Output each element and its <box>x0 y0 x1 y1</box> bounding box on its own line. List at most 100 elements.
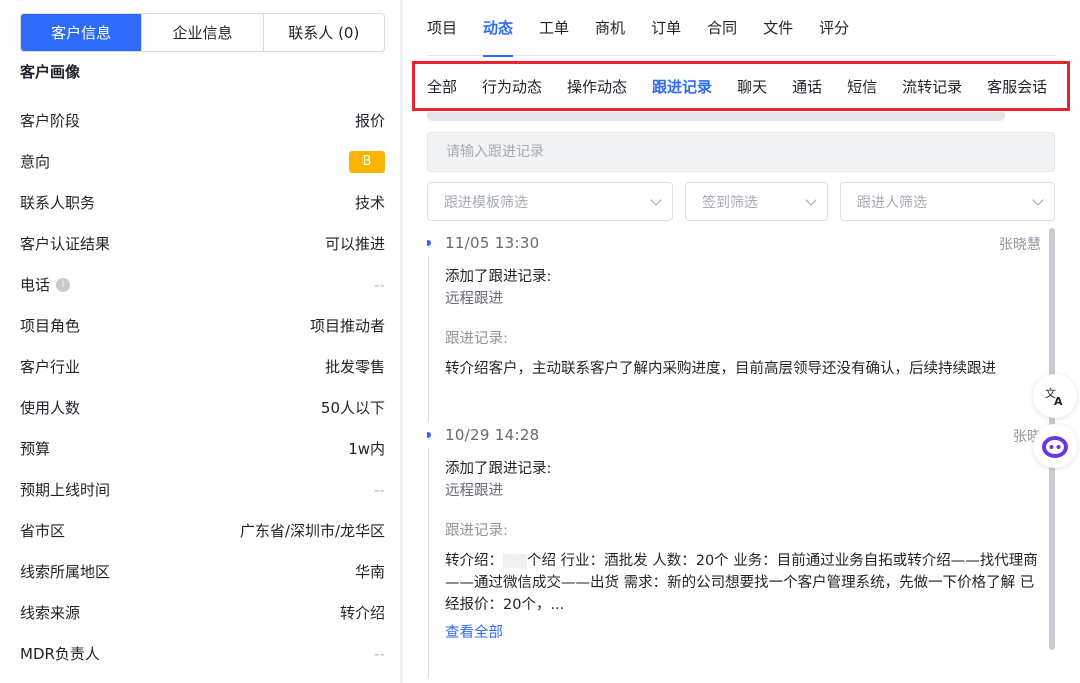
field-value: 转介绍 <box>339 604 385 622</box>
activity-subtabs: 全部 行为动态 操作动态 跟进记录 聊天 通话 短信 流转记录 客服会话 <box>412 61 1070 111</box>
field-label: 客户行业 <box>20 358 81 376</box>
tab-project[interactable]: 项目 <box>427 0 457 56</box>
field-row: 电话 i -- <box>20 264 385 305</box>
follow-up-search-input[interactable] <box>427 132 1055 172</box>
subtab-follow-up[interactable]: 跟进记录 <box>652 76 712 97</box>
field-label: 联系人职务 <box>20 194 96 212</box>
field-label: 客户认证结果 <box>20 235 111 253</box>
entry-body-prefix: 转介绍： <box>445 553 503 569</box>
field-row: 客户认证结果 可以推进 <box>20 223 385 264</box>
subtab-behavior[interactable]: 行为动态 <box>482 76 542 97</box>
field-label: 项目角色 <box>20 317 81 335</box>
follower-filter-select[interactable]: 跟进人筛选 <box>840 182 1055 221</box>
follow-up-timeline: 11/05 13:30 张晓慧 添加了跟进记录: 远程跟进 跟进记录: 转介绍客… <box>427 228 1055 683</box>
entry-action: 添加了跟进记录: <box>445 269 552 285</box>
entry-action: 添加了跟进记录: <box>445 461 552 477</box>
tab-contract[interactable]: 合同 <box>707 0 737 56</box>
field-row: 线索所属地区 华南 <box>20 551 385 592</box>
field-label: 省市区 <box>20 522 66 540</box>
field-label: 电话 <box>20 276 51 294</box>
field-label: 线索所属地区 <box>20 563 111 581</box>
entry-time: 10/29 14:28 <box>445 426 540 444</box>
entry-content: 添加了跟进记录: 远程跟进 跟进记录: 转介绍： 个绍 行业：酒批发 人数：20个… <box>445 458 1045 644</box>
tab-activity[interactable]: 动态 <box>483 0 514 57</box>
timeline-dot <box>427 240 431 246</box>
field-value: 可以推进 <box>324 235 385 253</box>
field-label: MDR负责人 <box>20 645 100 663</box>
select-placeholder: 签到筛选 <box>702 194 758 211</box>
tab-files[interactable]: 文件 <box>763 0 793 56</box>
field-value: 广东省/深圳市/龙华区 <box>239 522 385 540</box>
chevron-down-icon <box>650 193 662 206</box>
entry-type: 远程跟进 <box>445 291 503 307</box>
assistant-button[interactable] <box>1033 424 1077 468</box>
redaction-mask <box>503 554 527 568</box>
field-value: 项目推动者 <box>309 317 385 335</box>
tab-score[interactable]: 评分 <box>819 0 849 56</box>
view-all-link[interactable]: 查看全部 <box>445 622 1045 644</box>
entry-type: 远程跟进 <box>445 483 503 499</box>
segment-contacts[interactable]: 联系人 (0) <box>264 14 384 51</box>
field-row: 意向 B <box>20 141 385 182</box>
tab-opportunity[interactable]: 商机 <box>595 0 625 56</box>
entry-author: 张晓慧 <box>999 237 1041 253</box>
entry-record-body: 转介绍客户，主动联系客户了解内采购进度，目前高层领导还没有确认，后续持续跟进 <box>445 361 996 377</box>
entry-body-text: 个绍 行业：酒批发 人数：20个 业务：目前通过业务自拓或转介绍——找代理商——… <box>445 553 1038 613</box>
field-label-with-info: 电话 i <box>20 274 71 295</box>
subtab-sms[interactable]: 短信 <box>847 76 877 97</box>
entry-time: 11/05 13:30 <box>445 234 540 252</box>
chevron-down-icon <box>805 193 817 206</box>
timeline-dot <box>427 432 431 438</box>
field-label: 客户阶段 <box>20 112 81 130</box>
timeline-entry: 10/29 14:28 张晓 添加了跟进记录: 远程跟进 跟进记录: 转介绍：个… <box>427 420 1045 680</box>
field-value: 报价 <box>354 112 385 130</box>
field-value: -- <box>374 275 385 294</box>
segment-company-info[interactable]: 企业信息 <box>142 14 264 51</box>
entry-content: 添加了跟进记录: 远程跟进 跟进记录: 转介绍客户，主动联系客户了解内采购进度，… <box>445 266 1045 380</box>
field-row: 省市区 广东省/深圳市/龙华区 <box>20 510 385 551</box>
field-row: 项目角色 项目推动者 <box>20 305 385 346</box>
select-placeholder: 跟进模板筛选 <box>444 194 528 211</box>
activity-panel: 项目 动态 工单 商机 订单 合同 文件 评分 全部 行为动态 操作动态 跟进记… <box>403 0 1080 683</box>
subtab-operation[interactable]: 操作动态 <box>567 76 627 97</box>
entry-record-label: 跟进记录: <box>445 523 508 539</box>
subtab-service-session[interactable]: 客服会话 <box>987 76 1047 97</box>
horizontal-scrollbar[interactable] <box>427 112 1005 121</box>
field-value: 华南 <box>354 563 385 581</box>
field-label: 线索来源 <box>20 604 81 622</box>
assistant-bot-icon <box>1042 436 1068 458</box>
field-label: 意向 <box>20 153 51 171</box>
field-value: -- <box>374 644 385 663</box>
field-row: 线索来源 转介绍 <box>20 592 385 633</box>
main-tabs: 项目 动态 工单 商机 订单 合同 文件 评分 <box>427 0 1057 57</box>
timeline-entry: 11/05 13:30 张晓慧 添加了跟进记录: 远程跟进 跟进记录: 转介绍客… <box>427 228 1045 422</box>
segment-customer-info[interactable]: 客户信息 <box>21 14 143 51</box>
field-value: 50人以下 <box>320 399 385 417</box>
subtab-transfer[interactable]: 流转记录 <box>902 76 962 97</box>
field-label: 预期上线时间 <box>20 481 111 499</box>
info-segment-control: 客户信息 企业信息 联系人 (0) <box>20 13 385 52</box>
field-row: 客户行业 批发零售 <box>20 346 385 387</box>
subtab-call[interactable]: 通话 <box>792 76 822 97</box>
checkin-filter-select[interactable]: 签到筛选 <box>685 182 828 221</box>
template-filter-select[interactable]: 跟进模板筛选 <box>427 182 673 221</box>
field-label: 使用人数 <box>20 399 81 417</box>
section-title: 客户画像 <box>20 63 81 81</box>
translate-icon: 文 A <box>1045 386 1063 407</box>
field-value: 1w内 <box>348 440 385 458</box>
translate-button[interactable]: 文 A <box>1033 374 1077 418</box>
field-value: -- <box>374 480 385 499</box>
chevron-down-icon <box>1032 193 1044 206</box>
tab-order[interactable]: 订单 <box>651 0 681 56</box>
field-row: 联系人职务 技术 <box>20 182 385 223</box>
field-label: 预算 <box>20 440 51 458</box>
customer-info-panel: 客户信息 企业信息 联系人 (0) 客户画像 客户阶段 报价 意向 B 联系人职… <box>0 0 400 683</box>
entry-record-body: 转介绍： 个绍 行业：酒批发 人数：20个 业务：目前通过业务自拓或转介绍——找代… <box>445 550 1045 616</box>
field-value: 批发零售 <box>324 358 385 376</box>
intent-badge: B <box>349 150 385 173</box>
info-icon[interactable]: i <box>56 277 71 292</box>
subtab-all[interactable]: 全部 <box>427 76 457 97</box>
timeline-line <box>428 448 429 678</box>
tab-ticket[interactable]: 工单 <box>539 0 569 56</box>
subtab-chat[interactable]: 聊天 <box>737 76 767 97</box>
